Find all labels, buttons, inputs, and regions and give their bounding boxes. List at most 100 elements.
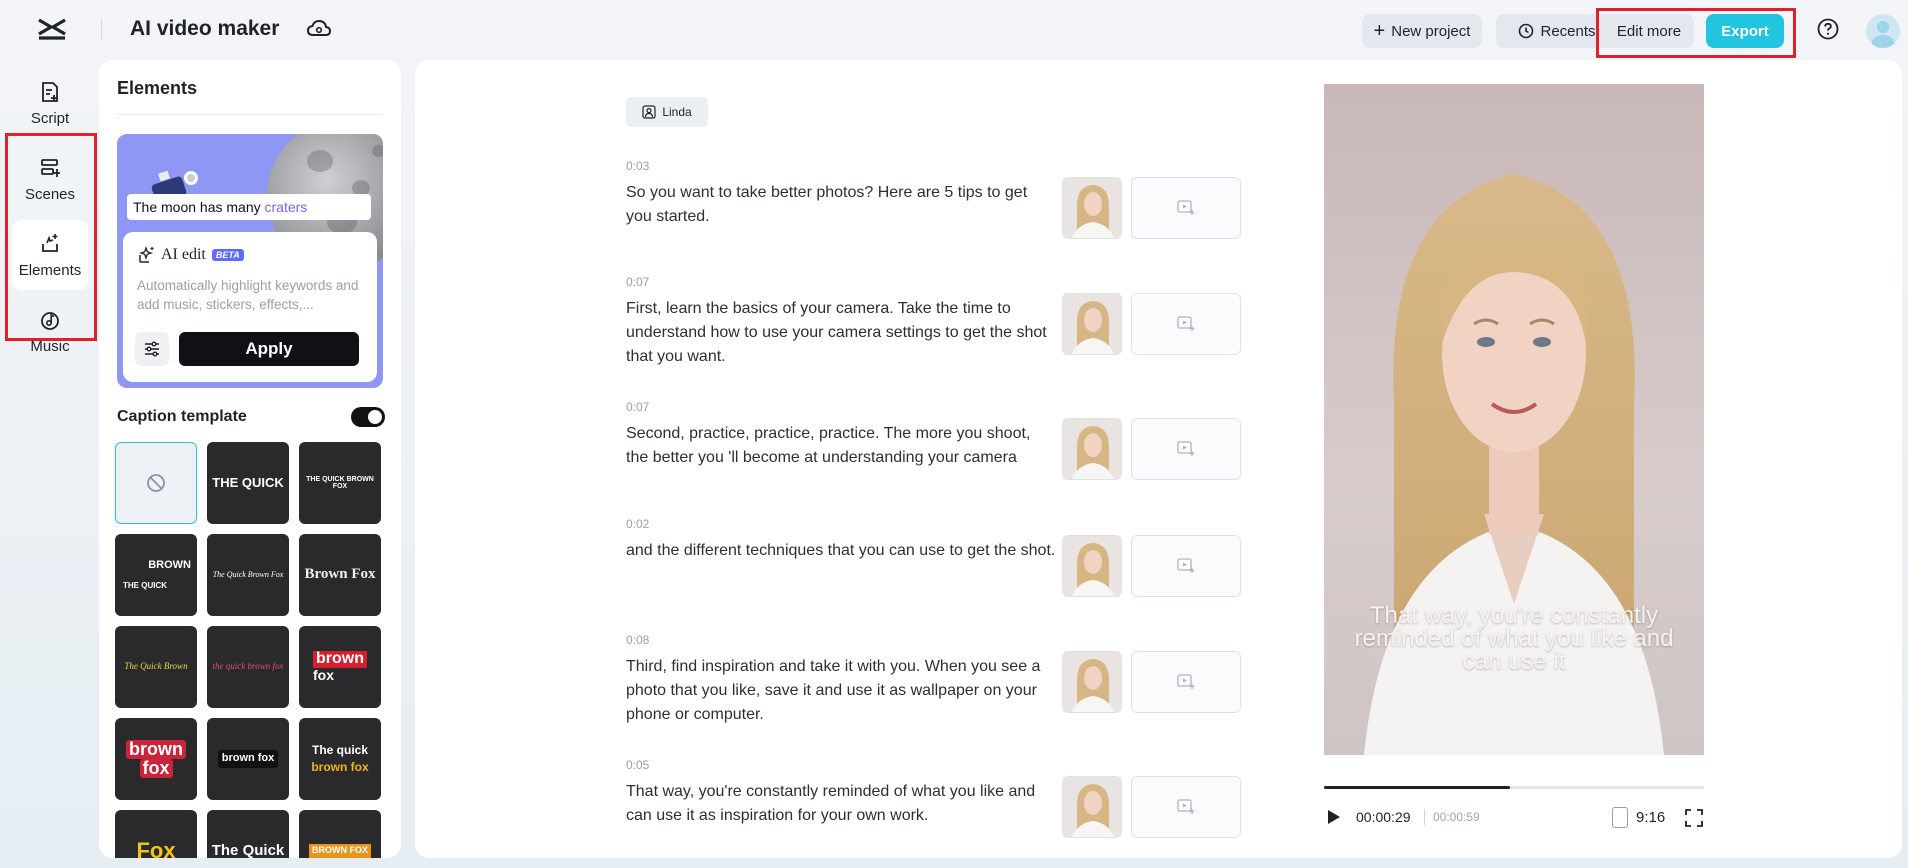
avatar-person-icon (642, 105, 656, 119)
ai-settings-button[interactable] (135, 332, 169, 366)
template-item[interactable]: The Quick (207, 810, 289, 858)
caption-template-label: Caption template (117, 408, 247, 425)
caption-demo-text: The moon has many (133, 199, 265, 215)
scene-text[interactable]: Second, practice, practice, practice. Th… (626, 422, 1056, 470)
nav-item-script[interactable]: Script (12, 68, 88, 138)
aspect-ratio-icon[interactable] (1612, 807, 1628, 828)
scene-time: 0:02 (626, 517, 650, 531)
template-item[interactable]: The Quick Brown (115, 626, 197, 708)
help-icon[interactable] (1816, 17, 1840, 41)
template-text: brown (313, 650, 367, 669)
apply-button[interactable]: Apply (179, 332, 359, 366)
add-media-icon (1177, 674, 1195, 689)
template-item[interactable]: THE QUICK (207, 442, 289, 524)
add-media-icon (1177, 441, 1195, 456)
template-item[interactable]: The Quick Brown Fox (207, 534, 289, 616)
progress-fill (1324, 786, 1511, 789)
template-item[interactable]: BROWN THE QUICK (115, 534, 197, 616)
template-text: brown (126, 740, 186, 759)
total-time: 00:00:59 (1433, 810, 1480, 824)
add-media-icon (1177, 316, 1195, 331)
scene-avatar-thumbnail[interactable] (1062, 177, 1122, 239)
template-item[interactable]: THE QUICK BROWN FOX (299, 442, 381, 524)
scene-add-media-button[interactable] (1131, 776, 1241, 838)
ai-edit-description: Automatically highlight keywords and add… (137, 278, 359, 312)
scene-text[interactable]: First, learn the basics of your camera. … (626, 297, 1056, 369)
app-title: AI video maker (130, 17, 280, 40)
scene-avatar-thumbnail[interactable] (1062, 535, 1122, 597)
scene-time: 0:08 (626, 633, 650, 647)
template-text: THE QUICK (212, 475, 284, 491)
template-none[interactable] (115, 442, 197, 524)
template-text: Brown Fox (304, 566, 376, 583)
template-item[interactable]: brown fox (115, 718, 197, 800)
edit-more-button[interactable]: Edit more (1604, 14, 1694, 48)
template-item[interactable]: brown fox (299, 626, 381, 708)
nav-label-script: Script (30, 109, 70, 127)
scene-add-media-button[interactable] (1131, 418, 1241, 480)
template-item[interactable]: BROWN FOX (299, 810, 381, 858)
preview-caption: That way, you're constantly reminded of … (1354, 602, 1674, 675)
presenter-thumbnail-icon (1063, 419, 1121, 479)
ai-edit-card: The moon has many craters AI edit BETA A… (117, 134, 383, 388)
divider (1424, 809, 1425, 825)
scene-add-media-button[interactable] (1131, 177, 1241, 239)
template-text: The quick (311, 743, 368, 758)
video-preview[interactable]: That way, you're constantly reminded of … (1324, 84, 1704, 755)
scene-text[interactable]: Third, find inspiration and take it with… (626, 655, 1056, 727)
template-text: the quick brown fox (212, 661, 284, 672)
scene-time: 0:03 (626, 159, 650, 173)
template-item[interactable]: brown fox (207, 718, 289, 800)
elements-panel: Elements The moon has many craters AI ed… (99, 60, 401, 858)
divider (117, 114, 383, 115)
new-project-button[interactable]: + New project (1362, 14, 1482, 48)
cloud-sync-icon[interactable] (306, 17, 332, 41)
caption-demo-keyword: craters (264, 199, 308, 215)
scene-text[interactable]: So you want to take better photos? Here … (626, 181, 1056, 229)
template-item[interactable]: Fox (115, 810, 197, 858)
edit-more-label: Edit more (1616, 22, 1682, 40)
presenter-thumbnail-icon (1063, 652, 1121, 712)
beta-badge: BETA (211, 249, 244, 261)
playback-progress[interactable] (1324, 786, 1704, 789)
add-media-icon (1177, 200, 1195, 215)
scene-avatar-thumbnail[interactable] (1062, 293, 1122, 355)
script-icon (42, 81, 58, 102)
presenter-thumbnail-icon (1063, 178, 1121, 238)
template-item[interactable]: the quick brown fox (207, 626, 289, 708)
scene-add-media-button[interactable] (1131, 651, 1241, 713)
template-item[interactable]: The quick brown fox (299, 718, 381, 800)
scene-avatar-thumbnail[interactable] (1062, 418, 1122, 480)
current-time: 00:00:29 (1356, 809, 1411, 825)
scene-add-media-button[interactable] (1131, 293, 1241, 355)
caption-template-toggle[interactable] (351, 407, 385, 427)
scene-time: 0:07 (626, 400, 650, 414)
export-label: Export (1721, 22, 1769, 40)
scene-add-media-button[interactable] (1131, 535, 1241, 597)
template-text: THE QUICK BROWN FOX (306, 475, 374, 490)
playback-controls: 00:00:29 00:00:59 9:16 (1324, 806, 1704, 830)
template-text: fox (139, 759, 173, 778)
panel-title: Elements (117, 78, 198, 98)
aspect-ratio-label[interactable]: 9:16 (1636, 809, 1665, 826)
play-icon[interactable] (1324, 808, 1342, 826)
export-button[interactable]: Export (1706, 14, 1784, 48)
scene-text[interactable]: That way, you're constantly reminded of … (626, 780, 1056, 828)
fullscreen-icon[interactable] (1684, 808, 1704, 828)
scene-text[interactable]: and the different techniques that you ca… (626, 539, 1056, 563)
capcut-logo-icon[interactable] (36, 16, 68, 42)
template-item[interactable]: Brown Fox (299, 534, 381, 616)
add-media-icon (1177, 799, 1195, 814)
template-text: brown fox (217, 750, 279, 768)
template-text: The Quick Brown Fox (212, 569, 284, 579)
user-avatar[interactable] (1866, 14, 1900, 48)
ai-edit-box: AI edit BETA Automatically highlight key… (123, 232, 377, 382)
no-template-icon (147, 474, 165, 492)
sliders-icon (145, 341, 159, 357)
speaker-chip[interactable]: Linda (626, 97, 708, 127)
scene-avatar-thumbnail[interactable] (1062, 651, 1122, 713)
template-text: The Quick (211, 842, 285, 858)
scene-avatar-thumbnail[interactable] (1062, 776, 1122, 838)
template-text: BROWN (148, 559, 191, 572)
user-avatar-icon (1871, 21, 1895, 48)
